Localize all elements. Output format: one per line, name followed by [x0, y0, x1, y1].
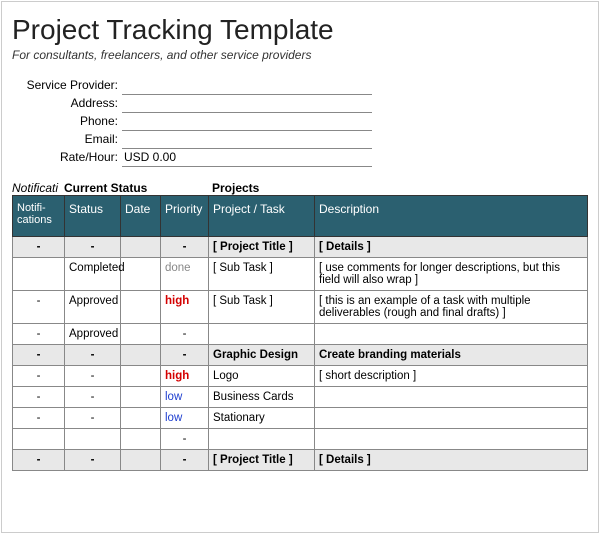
cell-date — [121, 236, 161, 257]
cell-priority: - — [161, 449, 209, 470]
table-header-row: Notifi-cations Status Date Priority Proj… — [13, 195, 588, 236]
table-row: - — [13, 428, 588, 449]
cell-notif: - — [13, 365, 65, 386]
cell-priority: - — [161, 323, 209, 344]
cell-status: - — [65, 365, 121, 386]
cell-status: Completed — [65, 257, 121, 290]
cell-description: [ this is an example of a task with mult… — [315, 290, 588, 323]
cell-notif: - — [13, 290, 65, 323]
email-label: Email: — [12, 130, 122, 148]
group-current-status: Current Status — [64, 181, 212, 195]
cell-priority: low — [161, 407, 209, 428]
cell-date — [121, 407, 161, 428]
cell-status: Approved — [65, 290, 121, 323]
table-row: -Approved- — [13, 323, 588, 344]
cell-description — [315, 428, 588, 449]
cell-priority: low — [161, 386, 209, 407]
cell-project: [ Project Title ] — [209, 236, 315, 257]
table-row: -- highLogo[ short description ] — [13, 365, 588, 386]
cell-date — [121, 428, 161, 449]
cell-status: - — [65, 344, 121, 365]
col-project: Project / Task — [209, 195, 315, 236]
cell-project: Stationary — [209, 407, 315, 428]
group-notifications: Notificati — [12, 181, 64, 195]
table-body: ---[ Project Title ][ Details ]Completed… — [13, 236, 588, 470]
cell-project: Business Cards — [209, 386, 315, 407]
cell-project — [209, 428, 315, 449]
cell-notif: - — [13, 386, 65, 407]
section-row: ---[ Project Title ][ Details ] — [13, 236, 588, 257]
cell-notif: - — [13, 344, 65, 365]
address-field[interactable] — [122, 94, 372, 112]
table-row: Completed done[ Sub Task ][ use comments … — [13, 257, 588, 290]
cell-status: - — [65, 449, 121, 470]
col-description: Description — [315, 195, 588, 236]
phone-label: Phone: — [12, 112, 122, 130]
address-label: Address: — [12, 94, 122, 112]
cell-description: [ short description ] — [315, 365, 588, 386]
cell-status: - — [65, 236, 121, 257]
cell-status: Approved — [65, 323, 121, 344]
cell-project: [ Project Title ] — [209, 449, 315, 470]
cell-priority: high — [161, 290, 209, 323]
cell-date — [121, 290, 161, 323]
cell-date — [121, 323, 161, 344]
cell-project: [ Sub Task ] — [209, 257, 315, 290]
table-group-headers: Notificati Current Status Projects — [12, 181, 588, 195]
cell-date — [121, 449, 161, 470]
col-notifications: Notifi-cations — [13, 195, 65, 236]
col-date: Date — [121, 195, 161, 236]
col-status: Status — [65, 195, 121, 236]
cell-description — [315, 323, 588, 344]
cell-date — [121, 386, 161, 407]
table-row: -Approved high[ Sub Task ][ this is an ex… — [13, 290, 588, 323]
project-table: Notifi-cations Status Date Priority Proj… — [12, 195, 588, 471]
rate-field[interactable]: USD 0.00 — [122, 148, 372, 166]
cell-description: Create branding materials — [315, 344, 588, 365]
cell-status: - — [65, 386, 121, 407]
provider-info: Service Provider: Address: Phone: Email:… — [12, 76, 372, 167]
cell-project: [ Sub Task ] — [209, 290, 315, 323]
cell-description — [315, 386, 588, 407]
cell-date — [121, 257, 161, 290]
section-row: ---Graphic DesignCreate branding materia… — [13, 344, 588, 365]
page-subtitle: For consultants, freelancers, and other … — [12, 48, 588, 62]
cell-priority: high — [161, 365, 209, 386]
provider-label: Service Provider: — [12, 76, 122, 94]
table-row: -- lowStationary — [13, 407, 588, 428]
cell-project: Logo — [209, 365, 315, 386]
rate-label: Rate/Hour: — [12, 148, 122, 166]
page-title: Project Tracking Template — [12, 14, 588, 46]
table-row: -- lowBusiness Cards — [13, 386, 588, 407]
group-projects: Projects — [212, 181, 259, 195]
cell-status: - — [65, 407, 121, 428]
cell-date — [121, 365, 161, 386]
email-field[interactable] — [122, 130, 372, 148]
cell-status — [65, 428, 121, 449]
cell-priority: - — [161, 428, 209, 449]
cell-notif: - — [13, 323, 65, 344]
cell-notif: - — [13, 407, 65, 428]
cell-priority: - — [161, 236, 209, 257]
cell-notif — [13, 257, 65, 290]
cell-notif — [13, 428, 65, 449]
cell-description: [ Details ] — [315, 449, 588, 470]
cell-notif: - — [13, 449, 65, 470]
cell-description: [ Details ] — [315, 236, 588, 257]
cell-priority: - — [161, 344, 209, 365]
cell-date — [121, 344, 161, 365]
cell-project: Graphic Design — [209, 344, 315, 365]
cell-description: [ use comments for longer descriptions, … — [315, 257, 588, 290]
provider-field[interactable] — [122, 76, 372, 94]
page: Project Tracking Template For consultant… — [1, 1, 599, 533]
cell-project — [209, 323, 315, 344]
phone-field[interactable] — [122, 112, 372, 130]
cell-description — [315, 407, 588, 428]
cell-notif: - — [13, 236, 65, 257]
cell-priority: done — [161, 257, 209, 290]
col-priority: Priority — [161, 195, 209, 236]
section-row: ---[ Project Title ][ Details ] — [13, 449, 588, 470]
